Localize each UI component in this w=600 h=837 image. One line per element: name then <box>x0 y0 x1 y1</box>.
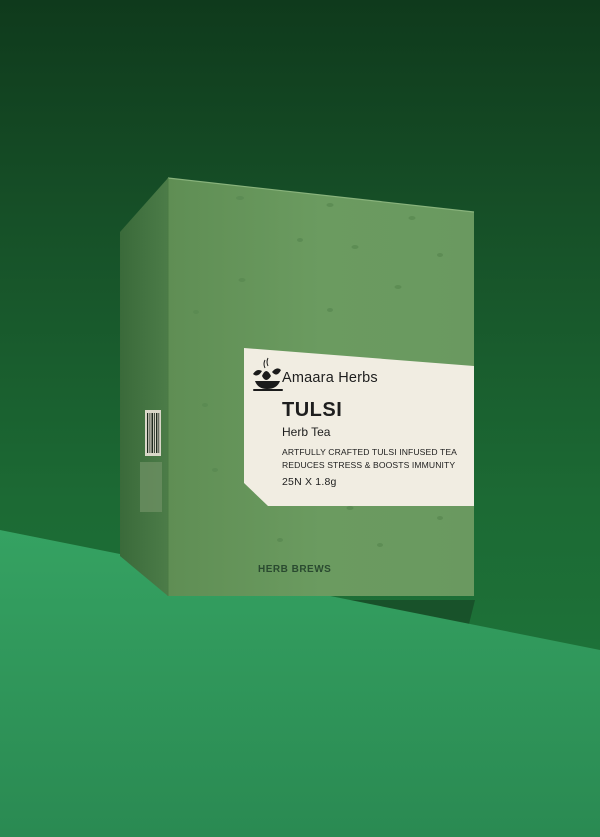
product-name: TULSI <box>282 399 343 421</box>
box-bottom-brand: HERB BREWS <box>258 564 332 575</box>
barcode <box>145 410 161 456</box>
box-side-face <box>120 178 168 596</box>
product-photo-scene: Amaara Herbs TULSI Herb Tea ARTFULLY CRA… <box>0 0 600 837</box>
tagline-line-2: REDUCES STRESS & BOOSTS IMMUNITY <box>282 460 456 470</box>
brand-name: Amaara Herbs <box>282 370 378 386</box>
product-subtitle: Herb Tea <box>282 425 331 439</box>
side-info-panel <box>140 462 162 512</box>
quantity-label: 25N X 1.8g <box>282 476 337 488</box>
tagline-line-1: ARTFULLY CRAFTED TULSI INFUSED TEA <box>282 447 457 457</box>
